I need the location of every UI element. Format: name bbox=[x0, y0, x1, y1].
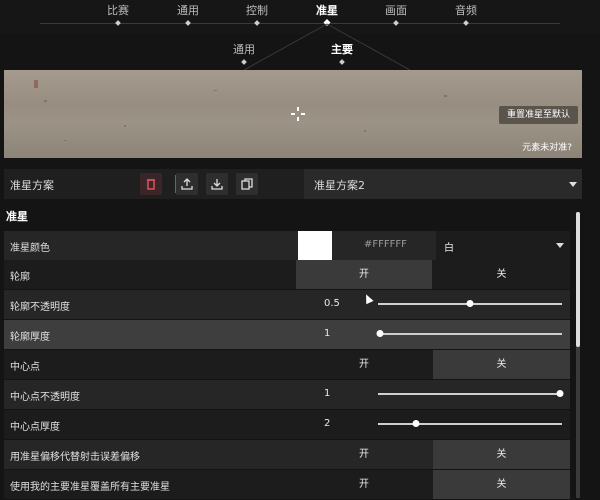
offset-override-row: 用准星偏移代替射击误差偏移 开 关 bbox=[4, 440, 570, 469]
outline-thickness-slider-knob[interactable] bbox=[376, 330, 384, 337]
center-dot-opacity-slider-knob[interactable] bbox=[556, 390, 564, 397]
center-dot-on-button[interactable]: 开 bbox=[296, 350, 432, 379]
delete-profile-button[interactable] bbox=[140, 173, 162, 195]
copy-profile-button[interactable] bbox=[236, 173, 258, 195]
center-dot-opacity-row: 中心点不透明度 1 bbox=[4, 380, 570, 409]
row-label: 轮廓厚度 bbox=[10, 332, 50, 343]
row-label: 准星颜色 bbox=[10, 243, 50, 254]
outline-thickness-value[interactable]: 1 bbox=[324, 328, 330, 339]
offset-override-off-button[interactable]: 关 bbox=[433, 440, 570, 469]
subtab-primary-marker bbox=[339, 59, 345, 65]
row-label: 中心点 bbox=[10, 362, 40, 373]
tab-controls-marker bbox=[254, 20, 260, 26]
override-all-on-button[interactable]: 开 bbox=[296, 470, 432, 499]
row-label: 轮廓不透明度 bbox=[10, 302, 70, 313]
outline-row: 轮廓 开 关 bbox=[4, 260, 570, 289]
tab-crosshair[interactable]: 准星 bbox=[316, 2, 338, 18]
export-icon bbox=[181, 178, 193, 190]
outline-off-button[interactable]: 关 bbox=[433, 260, 570, 289]
chevron-down-icon bbox=[569, 182, 577, 187]
unaligned-link[interactable]: 元素未对准? bbox=[522, 140, 572, 153]
row-label: 中心点厚度 bbox=[10, 422, 60, 433]
subtab-general[interactable]: 通用 bbox=[233, 41, 255, 57]
delete-icon bbox=[147, 179, 155, 190]
profile-select-value: 准星方案2 bbox=[314, 179, 365, 192]
center-dot-row: 中心点 开 关 bbox=[4, 350, 570, 379]
offset-override-on-button[interactable]: 开 bbox=[296, 440, 432, 469]
subtab-general-marker bbox=[241, 59, 247, 65]
outline-thickness-row: 轮廓厚度 1 bbox=[4, 320, 570, 349]
profile-label: 准星方案 bbox=[10, 179, 54, 192]
tab-match[interactable]: 比赛 bbox=[107, 2, 129, 18]
override-all-off-button[interactable]: 关 bbox=[433, 470, 570, 499]
tab-audio-marker bbox=[463, 20, 469, 26]
export-profile-button[interactable] bbox=[176, 173, 198, 195]
center-dot-thickness-row: 中心点厚度 2 bbox=[4, 410, 570, 439]
top-nav: 比赛 通用 控制 准星 画面 音频 bbox=[0, 0, 600, 34]
center-dot-thickness-value[interactable]: 2 bbox=[324, 418, 330, 429]
tab-match-marker bbox=[115, 20, 121, 26]
center-dot-off-button[interactable]: 关 bbox=[433, 350, 570, 379]
section-title: 准星 bbox=[6, 210, 28, 223]
tab-controls[interactable]: 控制 bbox=[246, 2, 268, 18]
tab-video-marker bbox=[393, 20, 399, 26]
profile-select[interactable]: 准星方案2 bbox=[304, 169, 582, 199]
crosshair-icon bbox=[291, 107, 305, 121]
copy-icon bbox=[241, 178, 253, 190]
outline-opacity-row: 轮廓不透明度 0.5 bbox=[4, 290, 570, 319]
outline-on-button[interactable]: 开 bbox=[296, 260, 432, 289]
tab-audio[interactable]: 音频 bbox=[455, 2, 477, 18]
row-label: 使用我的主要准星覆盖所有主要准星 bbox=[10, 482, 170, 493]
outline-opacity-value[interactable]: 0.5 bbox=[324, 298, 340, 309]
override-all-row: 使用我的主要准星覆盖所有主要准星 开 关 bbox=[4, 470, 570, 499]
tab-general-marker bbox=[185, 20, 191, 26]
center-dot-opacity-slider[interactable] bbox=[378, 393, 562, 395]
tab-video[interactable]: 画面 bbox=[385, 2, 407, 18]
subtab-primary[interactable]: 主要 bbox=[331, 41, 353, 57]
reset-crosshair-button[interactable]: 重置准星至默认 bbox=[498, 106, 578, 124]
import-profile-button[interactable] bbox=[206, 173, 228, 195]
color-hex-input[interactable]: #FFFFFF bbox=[364, 239, 407, 250]
crosshair-preview: 重置准星至默认 元素未对准? bbox=[4, 70, 582, 158]
chevron-down-icon bbox=[556, 243, 564, 248]
settings-scrollbar[interactable] bbox=[576, 212, 580, 498]
tab-general[interactable]: 通用 bbox=[177, 2, 199, 18]
crosshair-profile-bar: 准星方案 准星方案2 bbox=[4, 169, 582, 199]
color-select[interactable]: 白 bbox=[436, 231, 570, 260]
row-label: 轮廓 bbox=[10, 272, 30, 283]
center-dot-thickness-slider[interactable] bbox=[378, 423, 562, 425]
center-dot-opacity-value[interactable]: 1 bbox=[324, 388, 330, 399]
crosshair-color-row: 准星颜色 #FFFFFF 白 bbox=[4, 231, 570, 260]
import-icon bbox=[211, 179, 223, 190]
outline-thickness-slider[interactable] bbox=[378, 333, 562, 335]
center-dot-thickness-slider-knob[interactable] bbox=[412, 420, 420, 427]
color-select-value: 白 bbox=[444, 243, 454, 254]
row-label: 中心点不透明度 bbox=[10, 392, 80, 403]
outline-opacity-slider-knob[interactable] bbox=[466, 300, 474, 307]
scrollbar-thumb[interactable] bbox=[576, 212, 580, 347]
row-label: 用准星偏移代替射击误差偏移 bbox=[10, 452, 140, 463]
tab-crosshair-marker bbox=[323, 18, 331, 27]
sub-nav: 通用 主要 bbox=[0, 34, 600, 68]
color-swatch[interactable] bbox=[298, 231, 332, 260]
